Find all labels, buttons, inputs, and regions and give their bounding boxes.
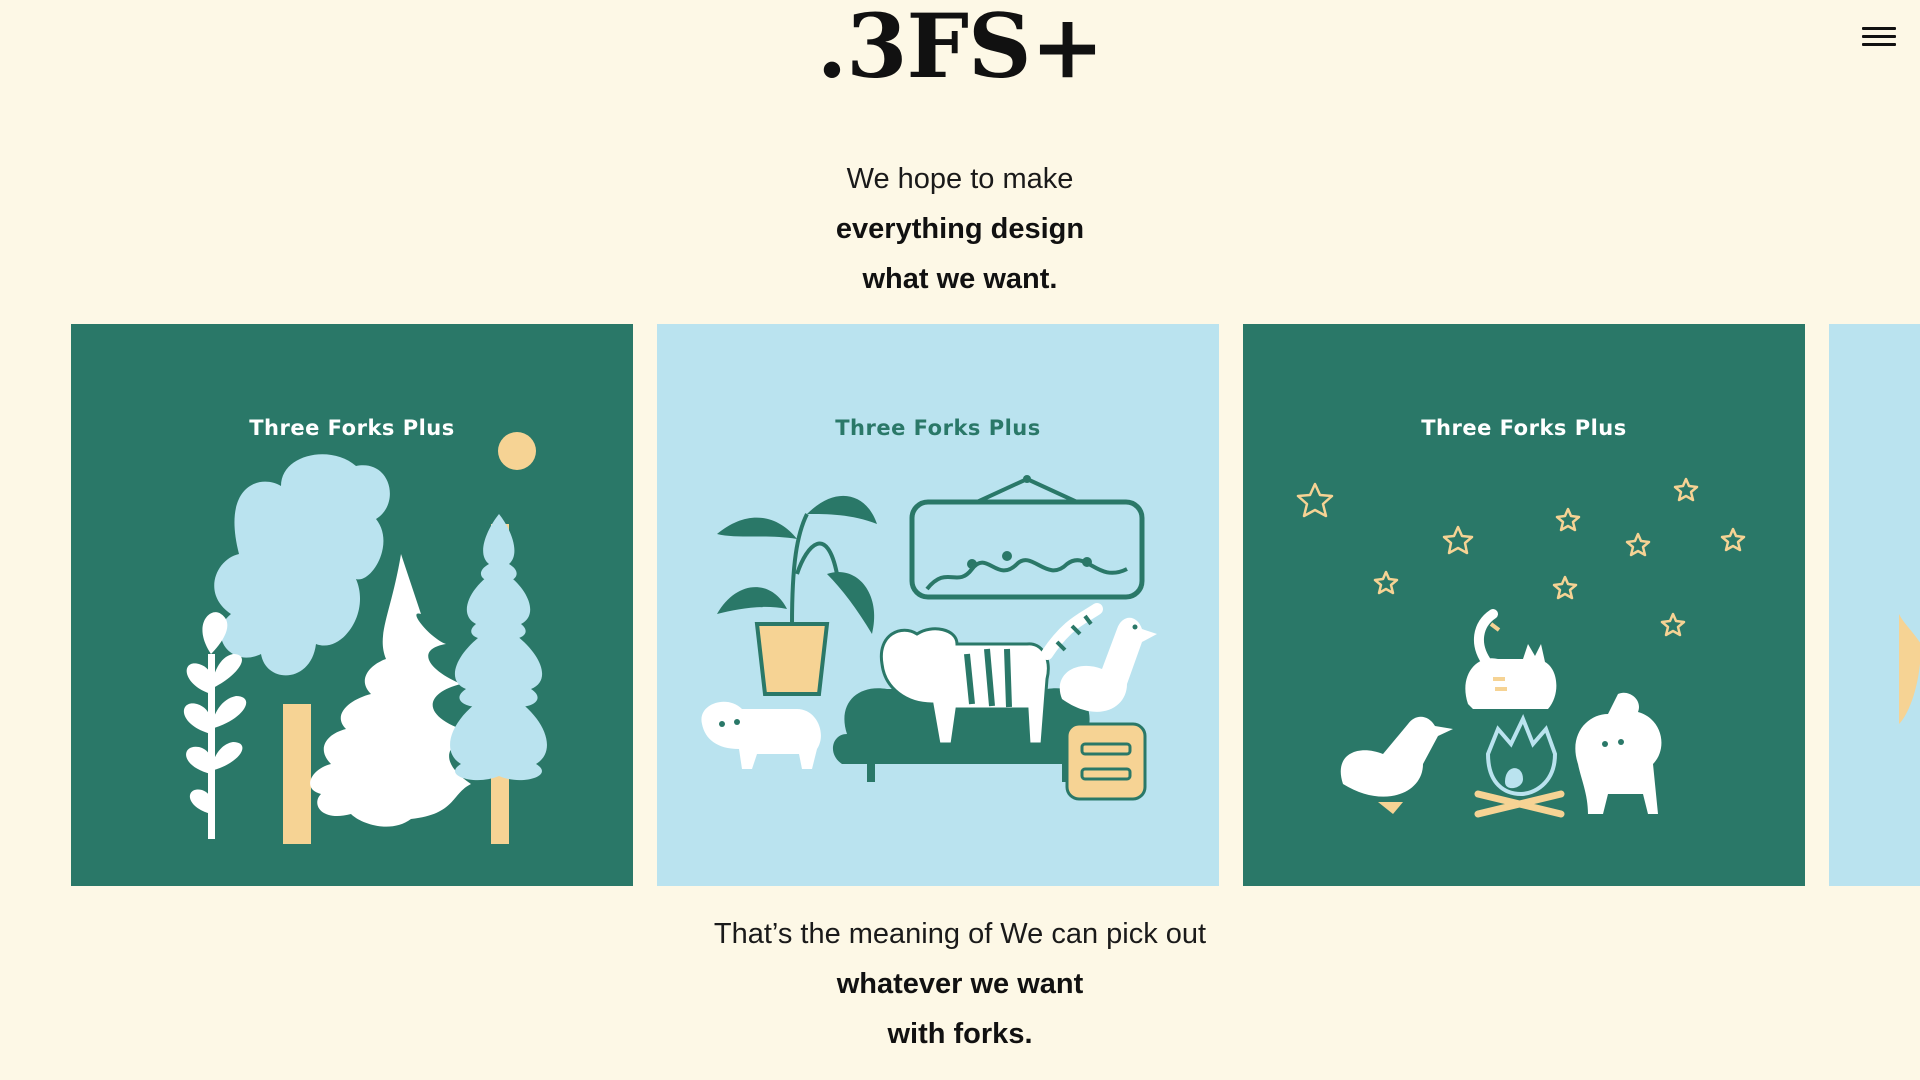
carousel-card-forest[interactable]: Three Forks Plus (71, 324, 633, 886)
intro-tagline: We hope to make everything design what w… (0, 154, 1920, 304)
menu-bar (1862, 34, 1896, 38)
intro-line-2: everything design (835, 213, 1085, 245)
carousel-track: Three Forks Plus Three Forks Plus Three … (71, 324, 1920, 886)
card-title: Three Forks Plus (249, 416, 455, 440)
illustration-carousel[interactable]: Three Forks Plus Three Forks Plus Three … (71, 324, 1920, 886)
campfire-illustration (1296, 477, 1746, 818)
partial-illustration (1899, 614, 1920, 724)
forest-illustration (183, 432, 547, 844)
outro-tagline: That’s the meaning of We can pick out wh… (0, 909, 1920, 1059)
carousel-card-campfire[interactable]: Three Forks Plus (1243, 324, 1805, 886)
outro-line-2: whatever we want (836, 968, 1084, 1000)
hamburger-menu-icon[interactable] (1862, 22, 1896, 50)
carousel-card-living-room[interactable]: Three Forks Plus (657, 324, 1219, 886)
intro-line-3: what we want. (862, 263, 1058, 295)
card-title: Three Forks Plus (835, 416, 1041, 440)
card-title: Three Forks Plus (1421, 416, 1627, 440)
carousel-card-partial[interactable] (1829, 324, 1920, 886)
living-room-illustration (701, 475, 1157, 801)
outro-line-1: That’s the meaning of We can pick out (713, 918, 1207, 950)
menu-bar (1862, 42, 1896, 46)
menu-bar (1862, 26, 1896, 30)
intro-line-1: We hope to make (846, 163, 1074, 195)
outro-line-3: with forks. (887, 1018, 1033, 1050)
site-logo[interactable]: .3FS+ (0, 2, 1920, 90)
